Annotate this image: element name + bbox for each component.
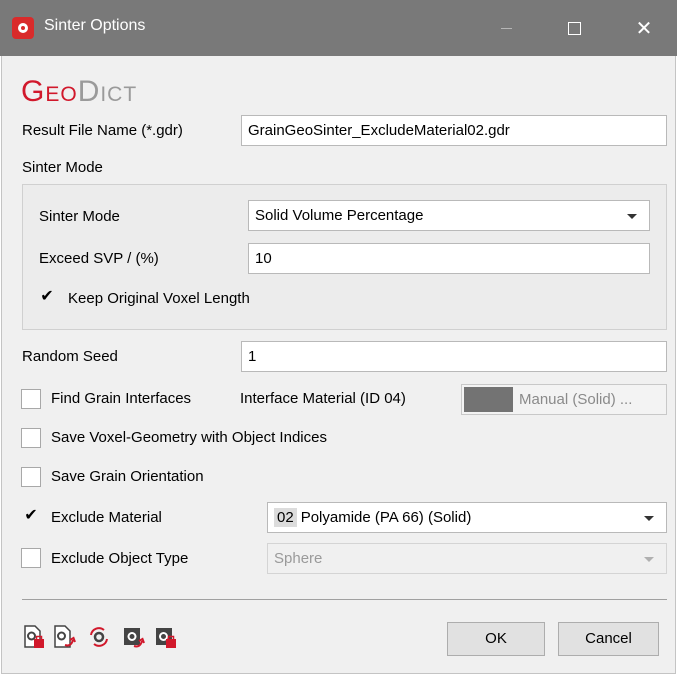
close-icon: ✕ bbox=[635, 17, 653, 40]
sinter-mode-group-title: Sinter Mode bbox=[22, 159, 103, 176]
exclude-material-value: Polyamide (PA 66) (Solid) bbox=[300, 509, 472, 526]
load-settings-icon[interactable] bbox=[23, 625, 45, 649]
result-file-input[interactable]: GrainGeoSinter_ExcludeMaterial02.gdr bbox=[241, 115, 667, 146]
find-grain-interfaces-checkbox[interactable] bbox=[21, 389, 41, 409]
close-button[interactable]: ✕ bbox=[616, 0, 672, 56]
window-title: Sinter Options bbox=[44, 17, 146, 34]
maximize-button[interactable] bbox=[546, 0, 602, 56]
ok-button[interactable]: OK bbox=[447, 622, 545, 656]
keep-voxel-length-label: Keep Original Voxel Length bbox=[68, 290, 250, 307]
save-macro-icon[interactable] bbox=[155, 625, 177, 649]
minimize-button[interactable] bbox=[478, 0, 534, 56]
maximize-icon bbox=[567, 21, 581, 35]
exclude-material-label: Exclude Material bbox=[51, 509, 162, 526]
geodict-logo: GeoDict bbox=[21, 77, 137, 107]
save-grain-orientation-checkbox[interactable] bbox=[21, 467, 41, 487]
save-grain-orientation-label: Save Grain Orientation bbox=[51, 468, 204, 485]
exclude-object-type-value: Sphere bbox=[274, 550, 323, 567]
sinter-mode-label: Sinter Mode bbox=[39, 208, 120, 225]
exclude-object-type-checkbox[interactable] bbox=[21, 548, 41, 568]
interface-material-value: Manual (Solid) ... bbox=[519, 391, 633, 408]
material-color-swatch bbox=[464, 387, 513, 412]
material-id-badge: 02 bbox=[274, 508, 297, 527]
load-macro-icon[interactable] bbox=[122, 625, 145, 649]
reset-settings-icon[interactable] bbox=[88, 625, 110, 649]
save-settings-icon[interactable] bbox=[53, 625, 76, 649]
keep-voxel-length-checkbox[interactable]: ✔ bbox=[37, 288, 57, 308]
chevron-down-icon bbox=[644, 557, 654, 562]
interface-material-button[interactable]: Manual (Solid) ... bbox=[461, 384, 667, 415]
cancel-button[interactable]: Cancel bbox=[558, 622, 659, 656]
interface-material-label: Interface Material (ID 04) bbox=[240, 390, 406, 407]
logo-geo: Geo bbox=[21, 75, 78, 108]
sinter-mode-value: Solid Volume Percentage bbox=[255, 207, 424, 224]
exclude-material-dropdown[interactable]: 02 Polyamide (PA 66) (Solid) bbox=[267, 502, 667, 533]
find-grain-interfaces-label: Find Grain Interfaces bbox=[51, 390, 192, 407]
logo-dict: Dict bbox=[77, 75, 138, 108]
title-bar[interactable]: Sinter Options ✕ bbox=[0, 0, 677, 56]
chevron-down-icon bbox=[627, 214, 637, 219]
save-voxel-geometry-checkbox[interactable] bbox=[21, 428, 41, 448]
exclude-object-type-label: Exclude Object Type bbox=[51, 550, 189, 567]
exclude-object-type-dropdown[interactable]: Sphere bbox=[267, 543, 667, 574]
exclude-material-checkbox[interactable]: ✔ bbox=[21, 507, 41, 527]
geodict-app-icon bbox=[12, 17, 34, 39]
exceed-svp-input[interactable]: 10 bbox=[248, 243, 650, 274]
save-voxel-geometry-label: Save Voxel-Geometry with Object Indices bbox=[51, 429, 327, 446]
exceed-svp-label: Exceed SVP / (%) bbox=[39, 250, 159, 267]
sinter-mode-dropdown[interactable]: Solid Volume Percentage bbox=[248, 200, 650, 231]
footer-separator bbox=[22, 599, 667, 600]
result-file-label: Result File Name (*.gdr) bbox=[22, 122, 183, 139]
random-seed-input[interactable]: 1 bbox=[241, 341, 667, 372]
random-seed-label: Random Seed bbox=[22, 348, 118, 365]
minimize-icon bbox=[500, 27, 512, 29]
chevron-down-icon bbox=[644, 516, 654, 521]
